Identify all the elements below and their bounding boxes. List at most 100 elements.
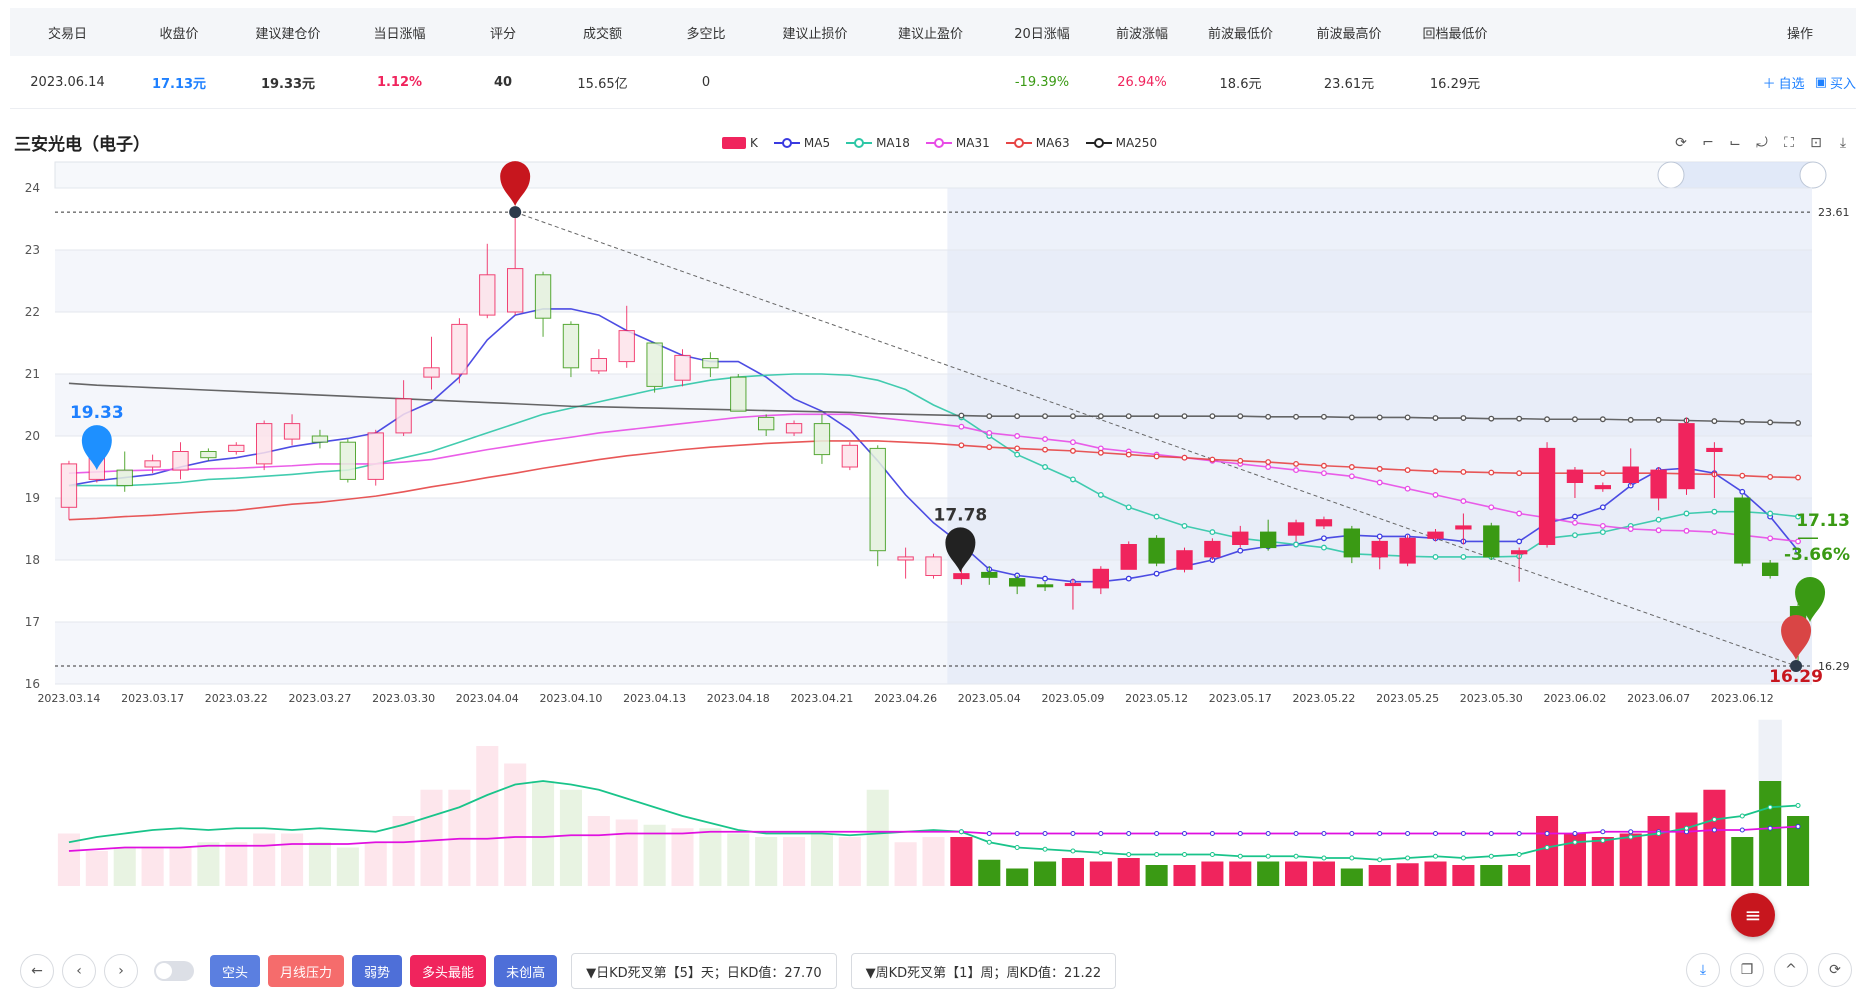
menu-icon[interactable]: ≡ xyxy=(1731,893,1775,937)
high-point-dot xyxy=(509,206,522,219)
volume-ma-point xyxy=(1237,831,1243,836)
volume-ma-point xyxy=(1684,825,1689,831)
ma-point xyxy=(1125,451,1132,458)
legend-ma250[interactable]: MA250 xyxy=(1085,136,1157,150)
toggle-switch[interactable] xyxy=(154,961,194,981)
ma-point xyxy=(1209,529,1216,536)
volume-ma-point xyxy=(1767,804,1773,810)
volume-ma-point xyxy=(1405,855,1411,861)
candle-body xyxy=(228,444,245,452)
candle xyxy=(702,352,719,378)
candle-body xyxy=(172,451,189,471)
y-tick-label: 23 xyxy=(25,243,40,257)
volume-bar xyxy=(950,837,973,886)
volume-ma-point xyxy=(1377,831,1383,836)
legend-k[interactable]: K xyxy=(722,136,758,150)
candle-body xyxy=(757,416,775,431)
candle-body xyxy=(1761,562,1779,577)
candle-body xyxy=(283,423,301,440)
ma-point xyxy=(1042,413,1049,420)
volume-ma-point xyxy=(1014,831,1020,836)
next-icon[interactable]: › xyxy=(104,954,138,988)
ma-point xyxy=(1014,451,1021,458)
cell-change-20d: -19.39% xyxy=(1014,74,1070,90)
volume-bar xyxy=(810,833,833,886)
ma-point xyxy=(1181,454,1188,461)
volume-bar xyxy=(1368,865,1391,886)
legend-ma5[interactable]: MA5 xyxy=(773,136,830,150)
ma-point xyxy=(1014,445,1021,452)
ma-point xyxy=(1376,479,1383,486)
header-close-price: 收盘价 xyxy=(159,26,199,42)
ma-point xyxy=(1125,575,1132,582)
candle-body xyxy=(1287,522,1305,536)
download-icon[interactable]: ⤓ xyxy=(1834,134,1852,152)
x-tick-label: 2023.06.12 xyxy=(1711,692,1774,705)
restore-icon[interactable]: ⤾ xyxy=(1753,134,1771,152)
refresh-icon[interactable]: ⟳ xyxy=(1672,134,1690,152)
cell-prev-wave-low: 18.6元 xyxy=(1219,76,1262,92)
y-tick-label: 16 xyxy=(25,677,40,691)
volume-ma-point xyxy=(1488,831,1494,836)
volume-ma-point xyxy=(1126,852,1132,857)
candle-body xyxy=(785,423,803,434)
copy-icon[interactable]: ❐ xyxy=(1730,953,1764,987)
candle-body xyxy=(674,354,691,381)
x-tick-label: 2023.05.25 xyxy=(1376,692,1439,705)
legend-ma31[interactable]: MA31 xyxy=(925,136,990,150)
download-icon[interactable]: ⤓ xyxy=(1686,953,1720,987)
candle-body xyxy=(423,367,440,378)
volume-bar xyxy=(532,781,555,886)
volume-bar xyxy=(504,763,527,886)
ma-point xyxy=(1711,418,1718,425)
candle-body xyxy=(1371,540,1388,558)
current-price-label: 17.13 xyxy=(1796,511,1850,531)
scroll-top-icon[interactable]: ^ xyxy=(1774,953,1808,987)
ma-point xyxy=(1655,516,1662,523)
buy-button[interactable]: ▣ 买入 xyxy=(1815,73,1856,92)
back-icon[interactable]: ← xyxy=(20,954,54,988)
ma-point xyxy=(986,444,993,451)
header-score: 评分 xyxy=(489,26,516,42)
candle-body xyxy=(1148,537,1165,564)
prev-icon[interactable]: ‹ xyxy=(62,954,96,988)
x-tick-label: 2023.05.09 xyxy=(1041,692,1104,705)
legend-ma63[interactable]: MA63 xyxy=(1005,136,1070,150)
candle-body xyxy=(367,432,384,480)
candle xyxy=(172,442,189,480)
chart-legend: K MA5 MA18 MA31 MA63 MA250 xyxy=(722,136,1157,150)
zoom-icon[interactable]: ⊡ xyxy=(1807,134,1825,152)
ma-point xyxy=(1376,465,1383,472)
select-icon[interactable]: ⛶ xyxy=(1780,134,1798,152)
ma-point xyxy=(1320,535,1327,542)
legend-ma18[interactable]: MA18 xyxy=(846,136,910,150)
crop-back-icon[interactable]: ⌙ xyxy=(1726,134,1744,152)
kline-chart[interactable]: 16 17 18 19 20 21 22 23 24 23.61 16.29 2023.03.14 20… xyxy=(0,160,1866,950)
ma-point xyxy=(1460,469,1467,475)
refresh-icon[interactable]: ⟳ xyxy=(1818,953,1852,987)
ma-point xyxy=(1571,513,1578,520)
x-tick-label: 2023.05.22 xyxy=(1292,692,1355,705)
add-watch-button[interactable]: ＋自选 xyxy=(1763,73,1805,92)
table-row[interactable]: 2023.06.14 17.13元 19.33元 1.12% 40 15.65亿 0 -19.… xyxy=(10,56,1856,109)
candle-body xyxy=(1427,531,1444,539)
volume-bar xyxy=(1647,816,1670,886)
ma-point xyxy=(1516,470,1523,477)
candle-body xyxy=(506,268,524,313)
volume-bar xyxy=(727,833,750,886)
signal-tag[interactable]: 空头 xyxy=(210,955,261,987)
cell-build-price: 19.33元 xyxy=(260,76,316,92)
volume-ma-point xyxy=(1126,831,1132,836)
volume-ma-point xyxy=(1042,846,1048,852)
crop-icon[interactable]: ⌐ xyxy=(1699,134,1717,152)
ma-point xyxy=(1432,491,1439,498)
candle xyxy=(1483,522,1500,560)
candle-body xyxy=(1483,525,1500,558)
signal-tag[interactable]: 多头最能 xyxy=(410,955,487,987)
signal-tag[interactable]: 月线压力 xyxy=(268,955,345,987)
signal-tag[interactable]: 未创高 xyxy=(494,955,558,987)
candle xyxy=(590,349,608,374)
volume-ma-point xyxy=(1572,839,1578,845)
signal-tag[interactable]: 弱势 xyxy=(352,955,403,987)
x-tick-label: 2023.03.14 xyxy=(37,692,100,705)
